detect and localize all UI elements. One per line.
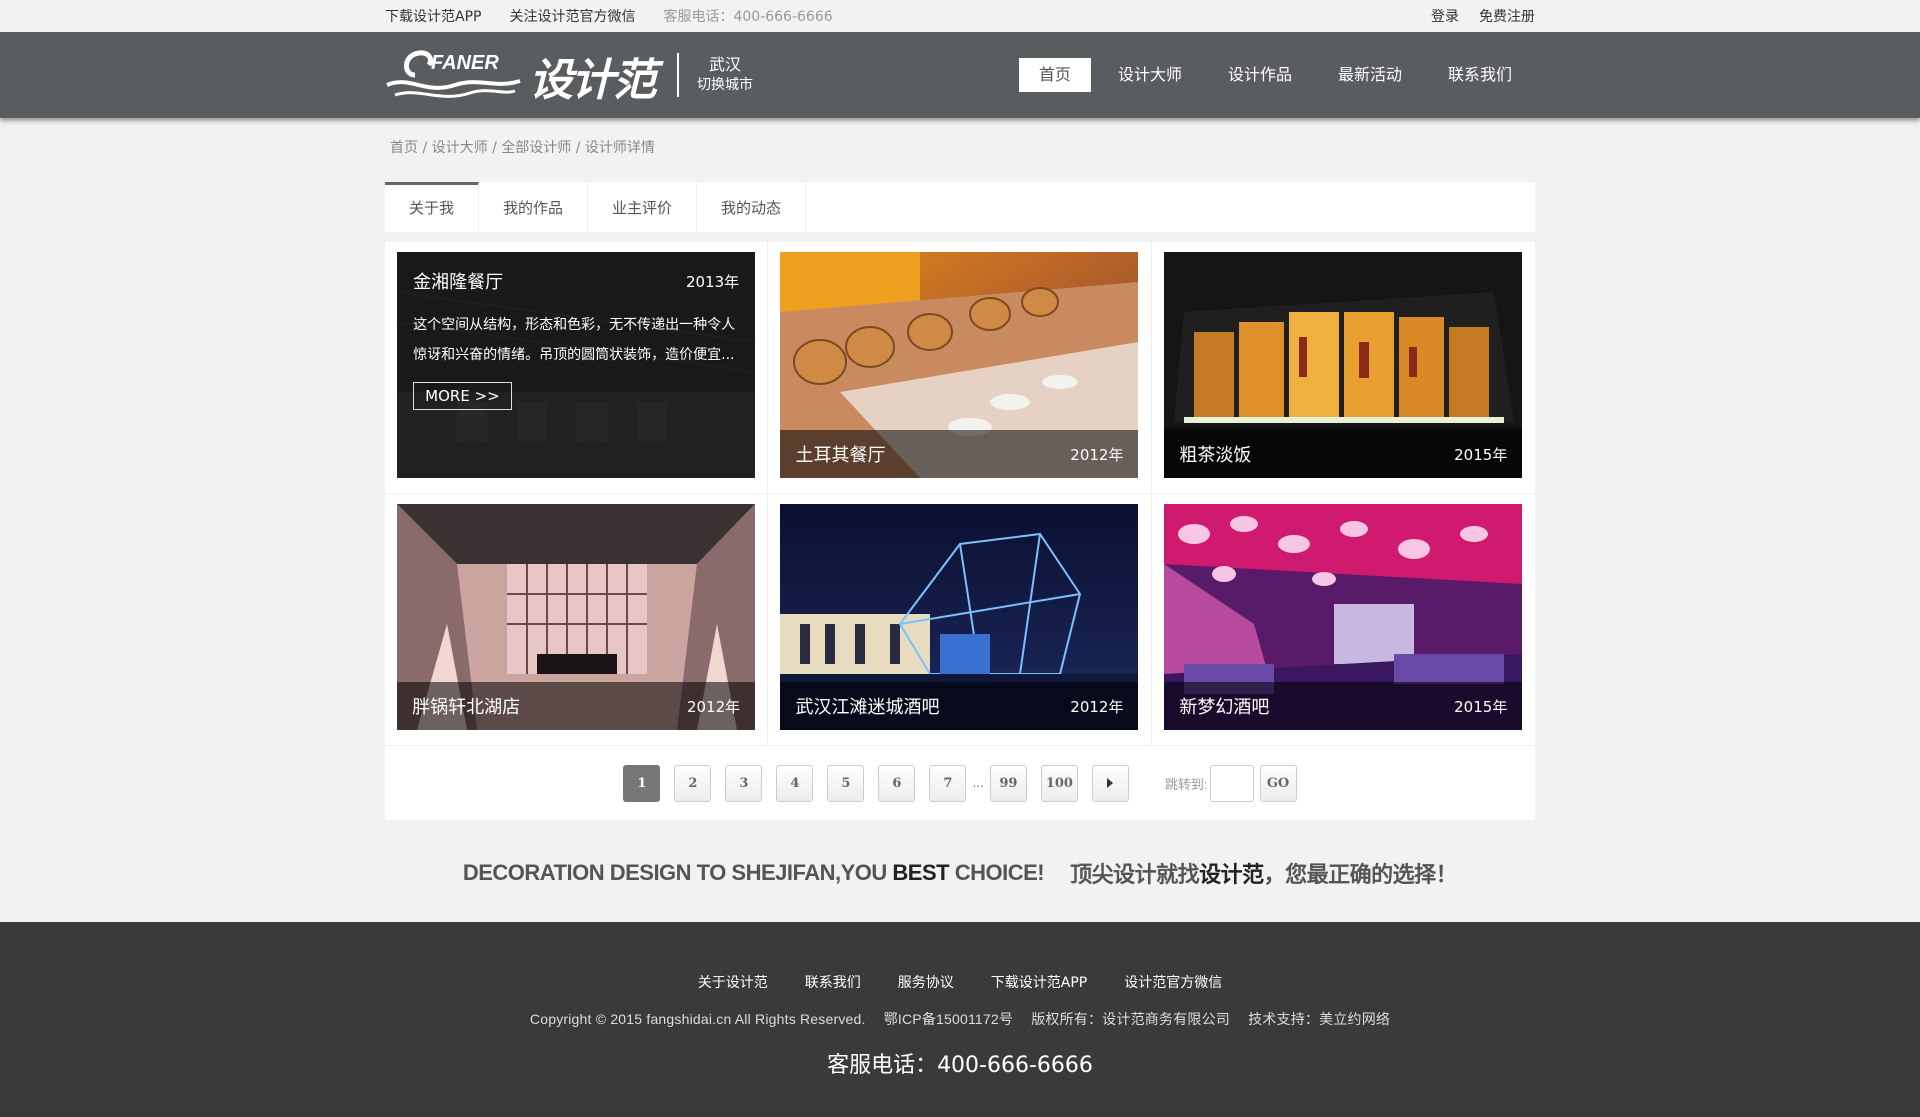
footer-link-terms[interactable]: 服务协议: [898, 972, 954, 992]
download-app-link[interactable]: 下载设计范APP: [385, 6, 481, 26]
nav-works[interactable]: 设计作品: [1205, 58, 1315, 92]
footer-link-download-app[interactable]: 下载设计范APP: [991, 972, 1087, 992]
work-title: 胖锅轩北湖店: [412, 697, 521, 718]
work-caption: 粗茶淡饭 2015年: [1164, 430, 1523, 478]
footer-link-wechat[interactable]: 设计范官方微信: [1124, 972, 1222, 992]
breadcrumb-masters[interactable]: 设计大师: [432, 140, 488, 156]
breadcrumb-home[interactable]: 首页: [390, 140, 418, 156]
slogan-banner: DECORATION DESIGN TO SHEJIFAN,YOU BEST C…: [385, 820, 1535, 926]
breadcrumb-current: 设计师详情: [584, 140, 655, 156]
login-link[interactable]: 登录: [1431, 6, 1459, 26]
tab-reviews[interactable]: 业主评价: [588, 182, 698, 232]
footer-link-about[interactable]: 关于设计范: [698, 972, 768, 992]
page-jump: 跳转到: GO: [1164, 764, 1297, 802]
breadcrumb-all-designers[interactable]: 全部设计师: [501, 140, 571, 156]
nav-home[interactable]: 首页: [1018, 58, 1091, 92]
current-city: 武汉: [708, 55, 741, 74]
page-99[interactable]: 99: [989, 764, 1027, 802]
work-card[interactable]: 武汉江滩迷城酒吧 2012年: [780, 504, 1139, 730]
work-card[interactable]: 粗茶淡饭 2015年: [1164, 252, 1523, 478]
logo-en-text: FANER: [431, 52, 499, 74]
top-bar: 下载设计范APP 关注设计范官方微信 客服电话：400-666-6666 登录 …: [0, 0, 1920, 32]
work-title: 土耳其餐厅: [795, 445, 886, 466]
work-title: 新梦幻酒吧: [1179, 697, 1270, 718]
footer-service-tel: 客服电话：400-666-6666: [827, 1053, 1093, 1078]
works-grid: 金湘隆餐厅 2013年 这个空间从结构，形态和色彩，无不传递出一种令人惊讶和兴奋…: [385, 242, 1535, 746]
work-year: 2013年: [685, 272, 740, 291]
work-title: 粗茶淡饭: [1179, 445, 1252, 466]
page-100[interactable]: 100: [1040, 764, 1078, 802]
logo-divider: [677, 53, 679, 97]
caret-right-icon: [1107, 778, 1114, 788]
page-3[interactable]: 3: [725, 764, 763, 802]
main-nav: 首页 设计大师 设计作品 最新活动 联系我们: [1018, 58, 1535, 92]
go-button[interactable]: GO: [1259, 764, 1297, 802]
slogan-en: DECORATION DESIGN TO SHEJIFAN,YOU BEST C…: [462, 860, 1045, 886]
jump-label: 跳转到:: [1164, 776, 1208, 792]
slogan-cn-bold: 设计范: [1199, 863, 1264, 888]
work-year: 2015年: [1454, 697, 1508, 716]
site-header: FANER 设计范 武汉 切换城市 首页 设计大师 设计作品 最新活动 联系我们: [0, 32, 1920, 118]
slogan-en-bold: BEST: [892, 860, 950, 885]
page-6[interactable]: 6: [878, 764, 916, 802]
switch-city-link[interactable]: 切换城市: [697, 75, 753, 95]
work-title: 武汉江滩迷城酒吧: [795, 697, 940, 718]
work-year: 2012年: [1070, 697, 1124, 716]
work-year: 2015年: [1454, 445, 1508, 464]
slogan-en-prefix: DECORATION DESIGN TO SHEJIFAN,YOU: [462, 860, 893, 885]
work-caption: 土耳其餐厅 2012年: [780, 430, 1139, 478]
work-caption: 胖锅轩北湖店 2012年: [397, 682, 756, 730]
register-link[interactable]: 免费注册: [1479, 6, 1535, 26]
site-footer: 关于设计范 联系我们 服务协议 下载设计范APP 设计范官方微信 Copyrig…: [0, 922, 1920, 1117]
logo-cn-text: 设计范: [529, 55, 657, 106]
work-card[interactable]: 土耳其餐厅 2012年: [780, 252, 1139, 478]
tab-activity[interactable]: 我的动态: [697, 182, 807, 232]
footer-links: 关于设计范 联系我们 服务协议 下载设计范APP 设计范官方微信: [0, 972, 1920, 992]
tech-support: 技术支持：美立约网络: [1248, 1011, 1391, 1027]
tab-works[interactable]: 我的作品: [479, 182, 589, 232]
slogan-cn-suffix: ，您最正确的选择！: [1263, 863, 1458, 888]
more-button[interactable]: MORE >>: [413, 382, 512, 410]
copyright-text: Copyright © 2015 fangshidai.cn All Right…: [529, 1011, 866, 1027]
work-card[interactable]: 胖锅轩北湖店 2012年: [397, 504, 756, 730]
copyright-owner: 版权所有：设计范商务有限公司: [1031, 1011, 1230, 1027]
next-page-button[interactable]: [1091, 764, 1129, 802]
city-switcher[interactable]: 武汉 切换城市: [697, 55, 753, 95]
footer-link-contact[interactable]: 联系我们: [805, 972, 861, 992]
work-title: 金湘隆餐厅: [413, 272, 504, 293]
wave-logo-icon: FANER: [386, 50, 521, 98]
work-year: 2012年: [1070, 445, 1124, 464]
jump-page-input[interactable]: [1209, 764, 1254, 802]
work-card[interactable]: 新梦幻酒吧 2015年: [1164, 504, 1523, 730]
work-year: 2012年: [686, 697, 741, 716]
pagination: 1 2 3 4 5 6 7 ... 99 100 跳转到: GO: [385, 746, 1535, 820]
page-5[interactable]: 5: [827, 764, 865, 802]
site-logo[interactable]: FANER 设计范 武汉 切换城市: [385, 32, 753, 118]
page-7[interactable]: 7: [929, 764, 967, 802]
works-panel: 金湘隆餐厅 2013年 这个空间从结构，形态和色彩，无不传递出一种令人惊讶和兴奋…: [385, 242, 1535, 820]
slogan-en-suffix: CHOICE!: [949, 860, 1045, 885]
page-ellipsis: ...: [972, 776, 984, 790]
breadcrumb: 首页 / 设计大师 / 全部设计师 / 设计师详情: [390, 140, 655, 156]
slogan-cn-prefix: 顶尖设计就找: [1070, 863, 1200, 888]
icp-number: 鄂ICP备15001172号: [883, 1011, 1014, 1027]
slogan-cn: 顶尖设计就找设计范，您最正确的选择！: [1070, 857, 1458, 889]
page-4[interactable]: 4: [776, 764, 814, 802]
page-1[interactable]: 1: [623, 764, 661, 802]
work-caption: 新梦幻酒吧 2015年: [1164, 682, 1523, 730]
page-2[interactable]: 2: [674, 764, 712, 802]
nav-events[interactable]: 最新活动: [1315, 58, 1425, 92]
copyright-line: Copyright © 2015 fangshidai.cn All Right…: [0, 1009, 1920, 1029]
profile-tabs: 关于我 我的作品 业主评价 我的动态: [385, 182, 1535, 232]
tab-about[interactable]: 关于我: [385, 182, 480, 232]
featured-overlay: 金湘隆餐厅 2013年 这个空间从结构，形态和色彩，无不传递出一种令人惊讶和兴奋…: [397, 252, 756, 478]
work-description: 这个空间从结构，形态和色彩，无不传递出一种令人惊讶和兴奋的情绪。吊顶的圆筒状装饰…: [413, 317, 736, 363]
work-card-featured[interactable]: 金湘隆餐厅 2013年 这个空间从结构，形态和色彩，无不传递出一种令人惊讶和兴奋…: [397, 252, 756, 478]
service-tel: 客服电话：400-666-6666: [663, 9, 833, 25]
nav-contact[interactable]: 联系我们: [1425, 58, 1535, 92]
follow-wechat-link[interactable]: 关注设计范官方微信: [509, 6, 635, 26]
nav-masters[interactable]: 设计大师: [1095, 58, 1205, 92]
work-caption: 武汉江滩迷城酒吧 2012年: [780, 682, 1139, 730]
